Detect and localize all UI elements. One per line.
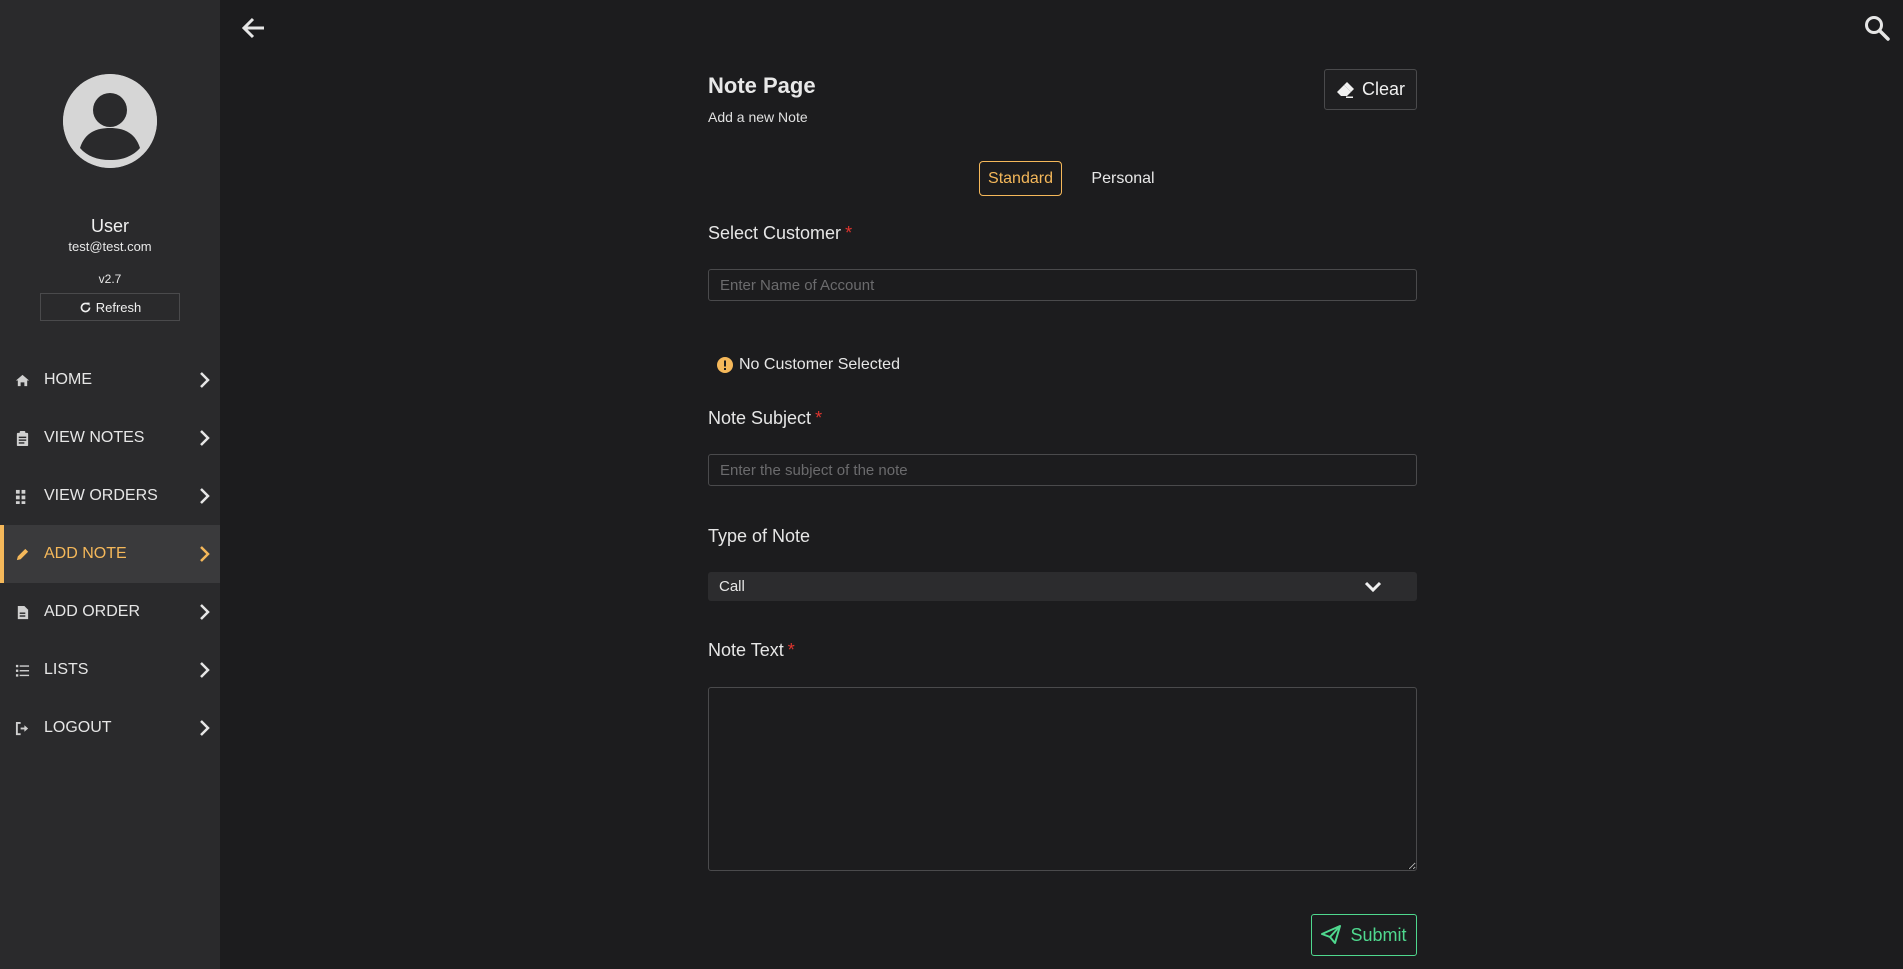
eraser-icon xyxy=(1336,81,1354,98)
chevron-right-icon xyxy=(200,372,210,388)
required-mark: * xyxy=(815,408,823,428)
sidebar-item-label: LOGOUT xyxy=(44,719,112,736)
chevron-right-icon xyxy=(200,662,210,678)
field-label-text: Note Text xyxy=(708,640,784,660)
sidebar-item-label: VIEW ORDERS xyxy=(44,487,158,504)
select-customer-label: Select Customer * xyxy=(708,223,852,244)
sidebar: User test@test.com v2.7 Refresh HOME VIE… xyxy=(0,0,220,969)
clear-label: Clear xyxy=(1361,79,1405,99)
sidebar-item-label: ADD ORDER xyxy=(44,603,141,620)
note-type-select[interactable]: Call xyxy=(708,572,1417,601)
sidebar-item-label: HOME xyxy=(44,371,92,388)
field-label-text: Select Customer xyxy=(708,223,842,243)
customer-status-text: No Customer Selected xyxy=(739,356,900,373)
customer-status: No Customer Selected xyxy=(717,356,900,374)
user-avatar-icon xyxy=(63,74,157,168)
note-subject-label: Note Subject * xyxy=(708,408,822,429)
field-label-text: Type of Note xyxy=(708,526,811,546)
grid-icon xyxy=(14,488,30,504)
customer-search-input[interactable] xyxy=(708,269,1417,301)
user-email: test@test.com xyxy=(68,239,152,254)
tab-personal[interactable]: Personal xyxy=(1083,161,1163,196)
note-text-label: Note Text * xyxy=(708,640,795,661)
sidebar-nav: HOME VIEW NOTES VIEW ORDERS ADD NOTE ADD… xyxy=(0,351,220,757)
chevron-down-icon xyxy=(1364,581,1382,593)
search-icon[interactable] xyxy=(1864,15,1890,41)
exclamation-circle-icon xyxy=(717,357,733,373)
chevron-right-icon xyxy=(200,488,210,504)
chevron-right-icon xyxy=(200,546,210,562)
type-of-note-label: Type of Note xyxy=(708,526,810,547)
note-subject-input[interactable] xyxy=(708,454,1417,486)
sidebar-item-add-note[interactable]: ADD NOTE xyxy=(0,525,220,583)
chevron-right-icon xyxy=(200,720,210,736)
refresh-button[interactable]: Refresh xyxy=(40,293,180,321)
page-title: Note Page xyxy=(708,73,816,98)
sidebar-item-view-notes[interactable]: VIEW NOTES xyxy=(0,409,220,467)
note-text-area[interactable] xyxy=(708,687,1417,871)
sidebar-item-lists[interactable]: LISTS xyxy=(0,641,220,699)
submit-label: Submit xyxy=(1350,924,1407,945)
app-version: v2.7 xyxy=(98,272,122,286)
tab-standard[interactable]: Standard xyxy=(979,161,1062,196)
clear-button[interactable]: Clear xyxy=(1324,69,1417,110)
pencil-icon xyxy=(14,546,30,562)
arrow-left-icon[interactable] xyxy=(242,17,266,39)
sidebar-item-view-orders[interactable]: VIEW ORDERS xyxy=(0,467,220,525)
avatar xyxy=(63,74,157,168)
sidebar-item-home[interactable]: HOME xyxy=(0,351,220,409)
user-name: User xyxy=(90,216,129,236)
chevron-right-icon xyxy=(200,430,210,446)
logout-icon xyxy=(14,720,30,736)
sidebar-item-add-order[interactable]: ADD ORDER xyxy=(0,583,220,641)
required-mark: * xyxy=(787,640,795,660)
paper-plane-icon xyxy=(1321,925,1342,944)
sidebar-item-label: VIEW NOTES xyxy=(44,429,145,446)
refresh-label: Refresh xyxy=(95,299,142,315)
chevron-right-icon xyxy=(200,604,210,620)
home-icon xyxy=(14,372,30,388)
invoice-icon xyxy=(14,604,30,620)
sidebar-item-label: LISTS xyxy=(44,661,89,678)
required-mark: * xyxy=(845,223,853,243)
field-label-text: Note Subject xyxy=(708,408,812,428)
sidebar-item-logout[interactable]: LOGOUT xyxy=(0,699,220,757)
sidebar-item-label: ADD NOTE xyxy=(44,545,127,562)
note-type-selected: Call xyxy=(719,578,745,595)
page-subtitle: Add a new Note xyxy=(708,109,808,125)
refresh-icon xyxy=(80,302,91,312)
list-icon xyxy=(14,662,30,678)
submit-button[interactable]: Submit xyxy=(1311,914,1417,956)
clipboard-icon xyxy=(14,430,30,446)
